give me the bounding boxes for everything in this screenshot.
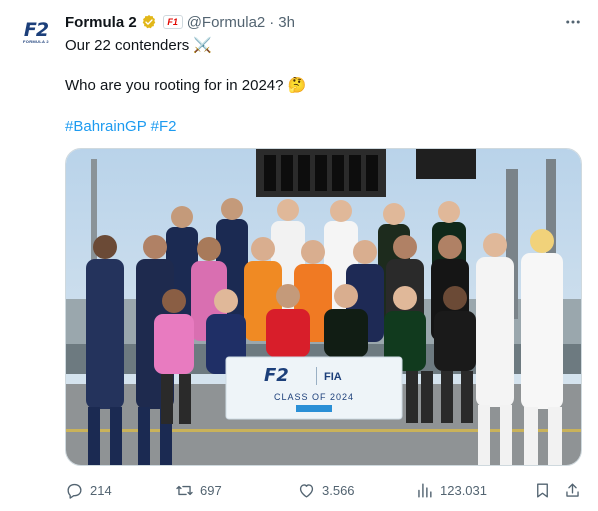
like-count: 3.566 — [322, 482, 355, 498]
repost-button[interactable]: 697 — [175, 478, 222, 502]
avatar-logo-subtext: FORMULA 2 — [23, 38, 49, 44]
reply-button[interactable]: 214 — [65, 478, 112, 502]
tweet-header: Formula 2 F1 @Formula2 · 3h — [65, 12, 295, 32]
avatar[interactable]: F2 FORMULA 2 — [16, 12, 56, 52]
share-button[interactable] — [563, 478, 582, 502]
hashtag-f2[interactable]: #F2 — [151, 118, 177, 135]
repost-icon — [176, 485, 193, 495]
view-count: 123.031 — [440, 482, 487, 498]
author-handle[interactable]: @Formula2 — [187, 14, 266, 31]
more-icon[interactable] — [563, 12, 583, 32]
tweet-photo[interactable]: F2 FIA CLASS OF 2024 — [65, 148, 582, 466]
bookmark-icon — [537, 482, 548, 498]
tweet-text-line-2: Who are you rooting for in 2024? 🤔 — [65, 77, 307, 94]
views-icon — [418, 482, 432, 498]
banner-text: CLASS OF 2024 — [274, 392, 354, 402]
reply-count: 214 — [90, 482, 112, 498]
like-button[interactable]: 3.566 — [297, 478, 355, 502]
tweet-time[interactable]: 3h — [278, 14, 295, 31]
share-icon — [566, 482, 579, 497]
views-button[interactable]: 123.031 — [415, 478, 487, 502]
reply-icon — [67, 483, 82, 499]
verified-badge-icon — [142, 15, 155, 29]
banner-partner: FIA — [324, 371, 342, 383]
separator: · — [269, 13, 275, 31]
repost-count: 697 — [200, 482, 222, 498]
class-photo-illustration: F2 FIA CLASS OF 2024 — [66, 149, 581, 465]
bookmark-button[interactable] — [533, 478, 552, 502]
author-name[interactable]: Formula 2 — [65, 14, 137, 31]
avatar-logo: F2 — [23, 18, 49, 41]
action-bar: 214 697 3.566 123.031 — [65, 478, 585, 502]
affiliate-badge[interactable]: F1 — [162, 15, 183, 29]
like-icon — [299, 483, 314, 498]
tweet-text-line-1: Our 22 contenders ⚔️ — [65, 37, 213, 54]
banner-logo: F2 — [264, 365, 289, 386]
hashtag-row: #BahrainGP #F2 — [65, 117, 176, 137]
hashtag-bahraingp[interactable]: #BahrainGP — [65, 118, 146, 135]
